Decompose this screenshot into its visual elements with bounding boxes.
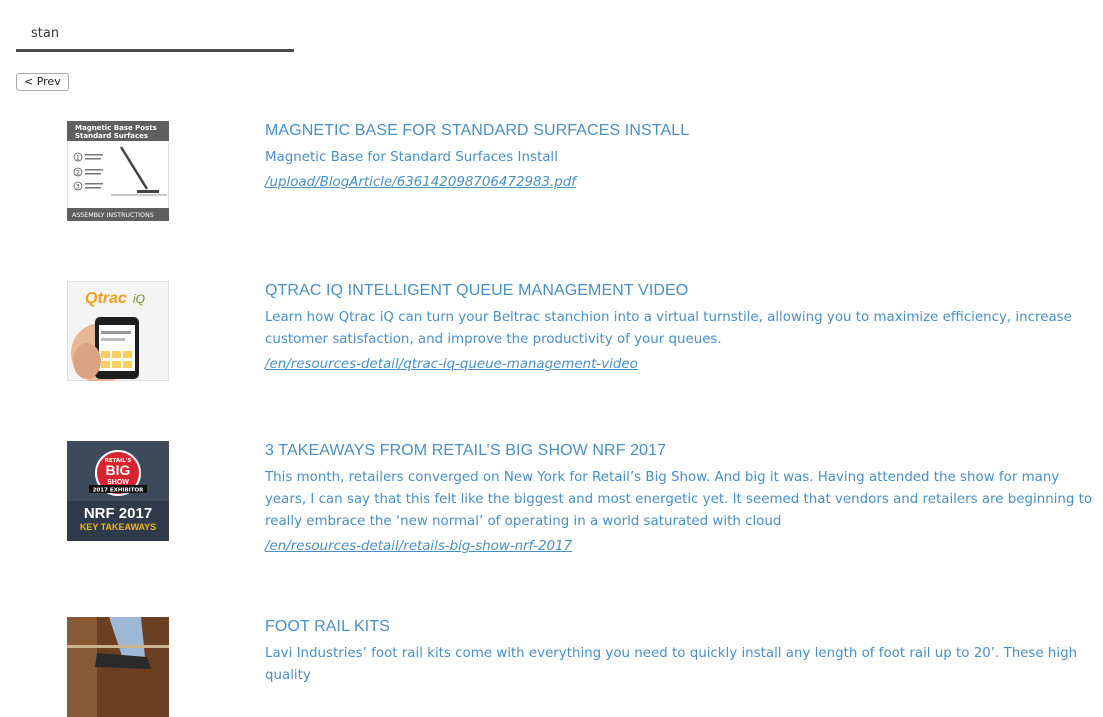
result-title[interactable]: MAGNETIC BASE FOR STANDARD SURFACES INST… [265, 121, 1095, 141]
result-link[interactable]: /en/resources-detail/qtrac-iq-queue-mana… [265, 354, 1095, 376]
result-thumbnail[interactable]: Qtrac iQ [67, 281, 169, 381]
result-description: This month, retailers converged on New Y… [265, 470, 1093, 529]
result-title[interactable]: FOOT RAIL KITS [265, 617, 1095, 637]
result-description: Magnetic Base for Standard Surfaces Inst… [265, 150, 558, 165]
thumb-headline: NRF 2017 [84, 505, 152, 522]
result-thumbnail[interactable]: Magnetic Base Posts Standard Surfaces 1 … [67, 121, 169, 221]
step-3: 3 [76, 184, 80, 191]
thumb-footer: ASSEMBLY INSTRUCTIONS [72, 212, 154, 219]
search-field[interactable] [16, 22, 294, 52]
step-2: 2 [76, 170, 80, 177]
badge-show: SHOW [107, 479, 129, 486]
result-title[interactable]: 3 TAKEAWAYS FROM RETAIL’S BIG SHOW NRF 2… [265, 441, 1095, 461]
result-link[interactable]: /upload/BlogArticle/636142098706472983.p… [265, 172, 1095, 194]
result-thumbnail[interactable]: RETAIL'S BIG SHOW 2017 EXHIBITOR NRF 201… [67, 441, 169, 541]
prev-page-button[interactable]: < Prev [16, 73, 69, 91]
exhibitor-label: 2017 EXHIBITOR [93, 488, 145, 494]
thumb-subline: KEY TAKEAWAYS [80, 522, 156, 532]
thumb-line2: Standard Surfaces [75, 132, 148, 140]
thumb-line1: Magnetic Base Posts [75, 124, 157, 132]
qtrac-logo-suffix: iQ [133, 292, 145, 306]
badge-big: BIG [106, 462, 131, 478]
search-input[interactable] [16, 23, 291, 45]
result-title[interactable]: QTRAC IQ INTELLIGENT QUEUE MANAGEMENT VI… [265, 281, 1095, 301]
step-1: 1 [76, 155, 80, 162]
qtrac-logo: Qtrac [85, 290, 127, 307]
result-thumbnail[interactable] [67, 617, 169, 717]
result-description: Lavi Industries’ foot rail kits come wit… [265, 646, 1078, 683]
result-link[interactable]: /en/resources-detail/retails-big-show-nr… [265, 536, 1095, 558]
result-description: Learn how Qtrac iQ can turn your Beltrac… [265, 310, 1072, 347]
